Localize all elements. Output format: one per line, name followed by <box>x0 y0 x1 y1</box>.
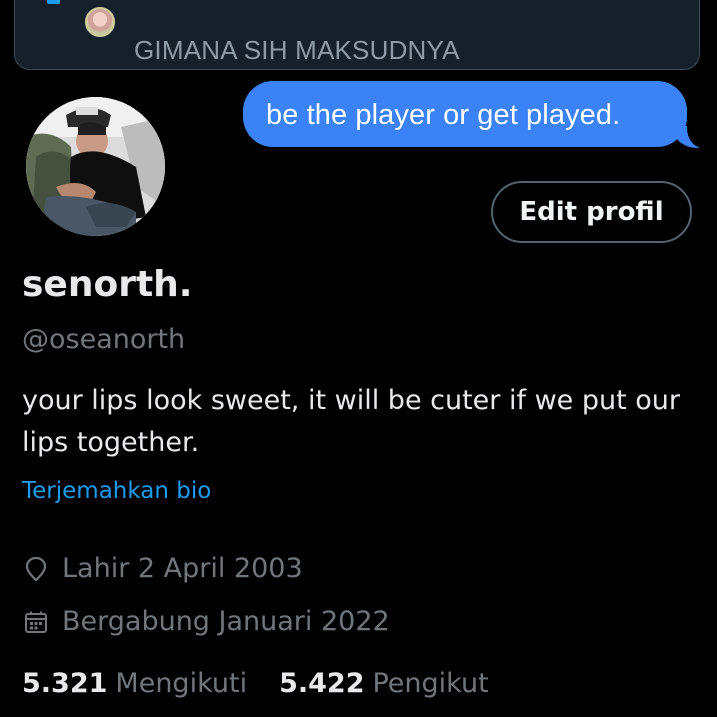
followers-count: 5.422 <box>279 668 365 699</box>
calendar-icon <box>22 608 50 636</box>
followers-label: Pengikut <box>372 668 489 699</box>
display-name: senorth. <box>22 264 193 305</box>
birth-date-text: Lahir 2 April 2003 <box>62 553 303 584</box>
chat-message: be the player or get played. <box>266 99 621 131</box>
following-link[interactable]: 5.321 Mengikuti <box>22 668 247 699</box>
following-label: Mengikuti <box>115 668 248 699</box>
follow-stats: 5.321 Mengikuti 5.422 Pengikut <box>22 668 489 699</box>
user-handle: @oseanorth <box>22 324 186 355</box>
map-pin-icon <box>22 555 50 583</box>
followers-link[interactable]: 5.422 Pengikut <box>279 668 489 699</box>
joined-date-text: Bergabung Januari 2022 <box>62 606 390 637</box>
banner-text: GIMANA SIH MAKSUDNYA <box>134 35 460 65</box>
following-count: 5.321 <box>22 668 108 699</box>
profile-bio: your lips look sweet, it will be cuter i… <box>22 385 680 458</box>
calendar-svg <box>25 611 47 633</box>
avatar[interactable] <box>26 97 165 236</box>
banner-avatar <box>85 7 115 37</box>
map-pin-svg <box>25 556 47 582</box>
translate-bio-link[interactable]: Terjemahkan bio <box>22 478 211 504</box>
joined-date-row: Bergabung Januari 2022 <box>22 606 390 637</box>
banner-accent-mark <box>47 0 60 4</box>
edit-profile-button[interactable]: Edit profil <box>491 181 692 243</box>
avatar-image <box>26 97 165 236</box>
birth-date-row: Lahir 2 April 2003 <box>22 553 303 584</box>
